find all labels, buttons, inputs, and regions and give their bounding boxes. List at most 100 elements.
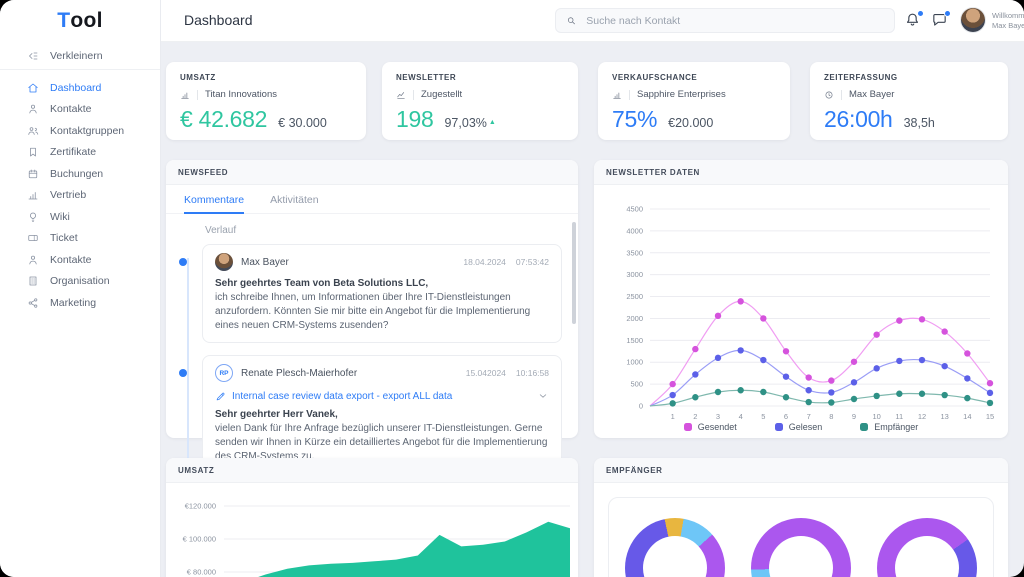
comment-body: ich schreibe Ihnen, um Informationen übe…: [215, 291, 549, 332]
comment-author: Max Bayer: [241, 257, 289, 268]
kpi-subtitle-row: Titan Innovations: [180, 89, 352, 100]
messages-button[interactable]: [931, 11, 949, 29]
tab-aktivit-ten[interactable]: Aktivitäten: [270, 194, 318, 214]
newsletter-chart-panel: NEWSLETTER DATEN 05001000150020002500300…: [594, 160, 1008, 438]
legend-chip: [860, 423, 868, 431]
kpi-title: VERKAUFSCHANCE: [612, 73, 776, 82]
empfaenger-panel: EMPFÄNGER: [594, 458, 1008, 577]
svg-text:4000: 4000: [626, 226, 643, 235]
comment-card: Max Bayer 18.04.202407:53:42 Sehr geehrtes…: [202, 244, 562, 343]
bulb-icon: [27, 211, 39, 223]
comment-time: 10:16:58: [516, 368, 549, 378]
notification-dot: [917, 10, 924, 17]
svg-text:€ 80.000: € 80.000: [187, 568, 216, 577]
svg-text:3500: 3500: [626, 248, 643, 257]
kpi-subtitle: Zugestellt: [421, 89, 462, 100]
user-avatar[interactable]: [961, 8, 985, 32]
tab-kommentare[interactable]: Kommentare: [184, 194, 244, 214]
sidebar-item-label: Kontaktgruppen: [50, 125, 124, 137]
sidebar-item-wiki[interactable]: Wiki: [0, 206, 160, 228]
newsfeed-scrollbar[interactable]: [572, 222, 576, 324]
newsfeed-body: Verlauf Max Bayer18.04.202407:53:42Sehr …: [166, 214, 578, 494]
kpi-title: ZEITERFASSUNG: [824, 73, 994, 82]
legend-label: Gesendet: [698, 422, 737, 432]
search-input[interactable]: [584, 14, 884, 28]
comment-greeting: Sehr geehrtes Team von Beta Solutions LL…: [215, 278, 549, 289]
comment-avatar: [215, 253, 233, 271]
app-logo[interactable]: Tool: [0, 0, 160, 42]
sidebar-item-label: Wiki: [50, 211, 70, 223]
svg-text:10: 10: [872, 412, 880, 421]
svg-text:500: 500: [630, 380, 643, 389]
sidebar-item-label: Dashboard: [50, 82, 101, 94]
newsfeed-panel-title: NEWSFEED: [166, 160, 578, 185]
logo-accent-letter: T: [57, 9, 70, 33]
kpi-subtitle-row: Max Bayer: [824, 89, 994, 100]
svg-text:1: 1: [671, 412, 675, 421]
chart-legend: Gesendet Gelesen Empfänger: [594, 422, 1008, 432]
legend-item-gelesen[interactable]: Gelesen: [775, 422, 823, 432]
timeline-dot: [179, 369, 187, 377]
kpi-value: 26:00h: [824, 106, 893, 133]
sidebar-item-label: Kontakte: [50, 254, 91, 266]
newsfeed-tabs: Kommentare Aktivitäten: [166, 185, 578, 214]
welcome-line2: Max Bayer: [992, 21, 1024, 31]
bar-chart-icon: [180, 90, 190, 100]
sidebar-item-verkleinern[interactable]: Verkleinern: [0, 42, 160, 70]
sidebar-item-kontakte[interactable]: Kontakte: [0, 99, 160, 121]
comment-date: 15.042024: [466, 368, 506, 378]
svg-text:6: 6: [784, 412, 788, 421]
sidebar-item-label: Buchungen: [50, 168, 103, 180]
sidebar-item-kontakte[interactable]: Kontakte: [0, 249, 160, 271]
svg-text:5: 5: [761, 412, 765, 421]
sidebar-item-label: Kontakte: [50, 103, 91, 115]
kpi-values-row: 75%€20.000: [612, 106, 776, 133]
bookmark-icon: [27, 146, 39, 158]
sidebar-item-marketing[interactable]: Marketing: [0, 292, 160, 314]
kpi-subtitle: Sapphire Enterprises: [637, 89, 726, 100]
sidebar-item-ticket[interactable]: Ticket: [0, 228, 160, 250]
legend-chip: [775, 423, 783, 431]
sidebar-item-organisation[interactable]: Organisation: [0, 271, 160, 293]
svg-text:11: 11: [895, 412, 903, 421]
kpi-values-row: 19897,03% ▲: [396, 106, 564, 133]
users-icon: [27, 125, 39, 137]
comment-author: Renate Plesch-Maierhofer: [241, 368, 357, 379]
comment-time: 07:53:42: [516, 257, 549, 267]
kpi-value: 75%: [612, 106, 657, 133]
donut-charts-card: [608, 497, 994, 577]
kpi-values-row: € 42.682€ 30.000: [180, 106, 352, 133]
donut-chart-3: [877, 518, 977, 577]
kpi-card-umsatz: UMSATZTitan Innovations€ 42.682€ 30.000: [166, 62, 366, 140]
comment-timestamp: 15.042024 10:16:58: [466, 368, 549, 378]
sidebar-item-dashboard[interactable]: Dashboard: [0, 77, 160, 99]
trend-up-icon: ▲: [487, 119, 496, 126]
sidebar-item-buchungen[interactable]: Buchungen: [0, 163, 160, 185]
legend-label: Gelesen: [789, 422, 823, 432]
collapse-icon: [27, 50, 39, 62]
chevron-down-icon[interactable]: [537, 390, 549, 402]
timeline-dot: [179, 258, 187, 266]
legend-item-empf-nger[interactable]: Empfänger: [860, 422, 918, 432]
search-icon: [566, 15, 576, 26]
legend-item-gesendet[interactable]: Gesendet: [684, 422, 737, 432]
kpi-subtitle-row: Zugestellt: [396, 89, 564, 100]
logo-rest: ool: [70, 9, 102, 33]
area-chart-svg: €120.000€ 100.000€ 80.000: [166, 486, 578, 577]
message-dot: [944, 10, 951, 17]
kpi-secondary-value: 97,03% ▲: [444, 116, 495, 130]
svg-text:13: 13: [940, 412, 948, 421]
donut-chart-1: [625, 518, 725, 577]
kpi-values-row: 26:00h38,5h: [824, 106, 994, 133]
sidebar-item-label: Marketing: [50, 297, 96, 309]
sidebar-item-label: Zertifikate: [50, 146, 96, 158]
comment-timestamp: 18.04.202407:53:42: [463, 257, 549, 267]
notifications-button[interactable]: [904, 11, 922, 29]
comment-export-link[interactable]: Internal case review data export - expor…: [215, 390, 549, 402]
search-box[interactable]: [555, 8, 895, 33]
sidebar-item-vertrieb[interactable]: Vertrieb: [0, 185, 160, 207]
sidebar-item-zertifikate[interactable]: Zertifikate: [0, 142, 160, 164]
sidebar-item-kontaktgruppen[interactable]: Kontaktgruppen: [0, 120, 160, 142]
home-icon: [27, 82, 39, 94]
svg-text:4: 4: [739, 412, 743, 421]
